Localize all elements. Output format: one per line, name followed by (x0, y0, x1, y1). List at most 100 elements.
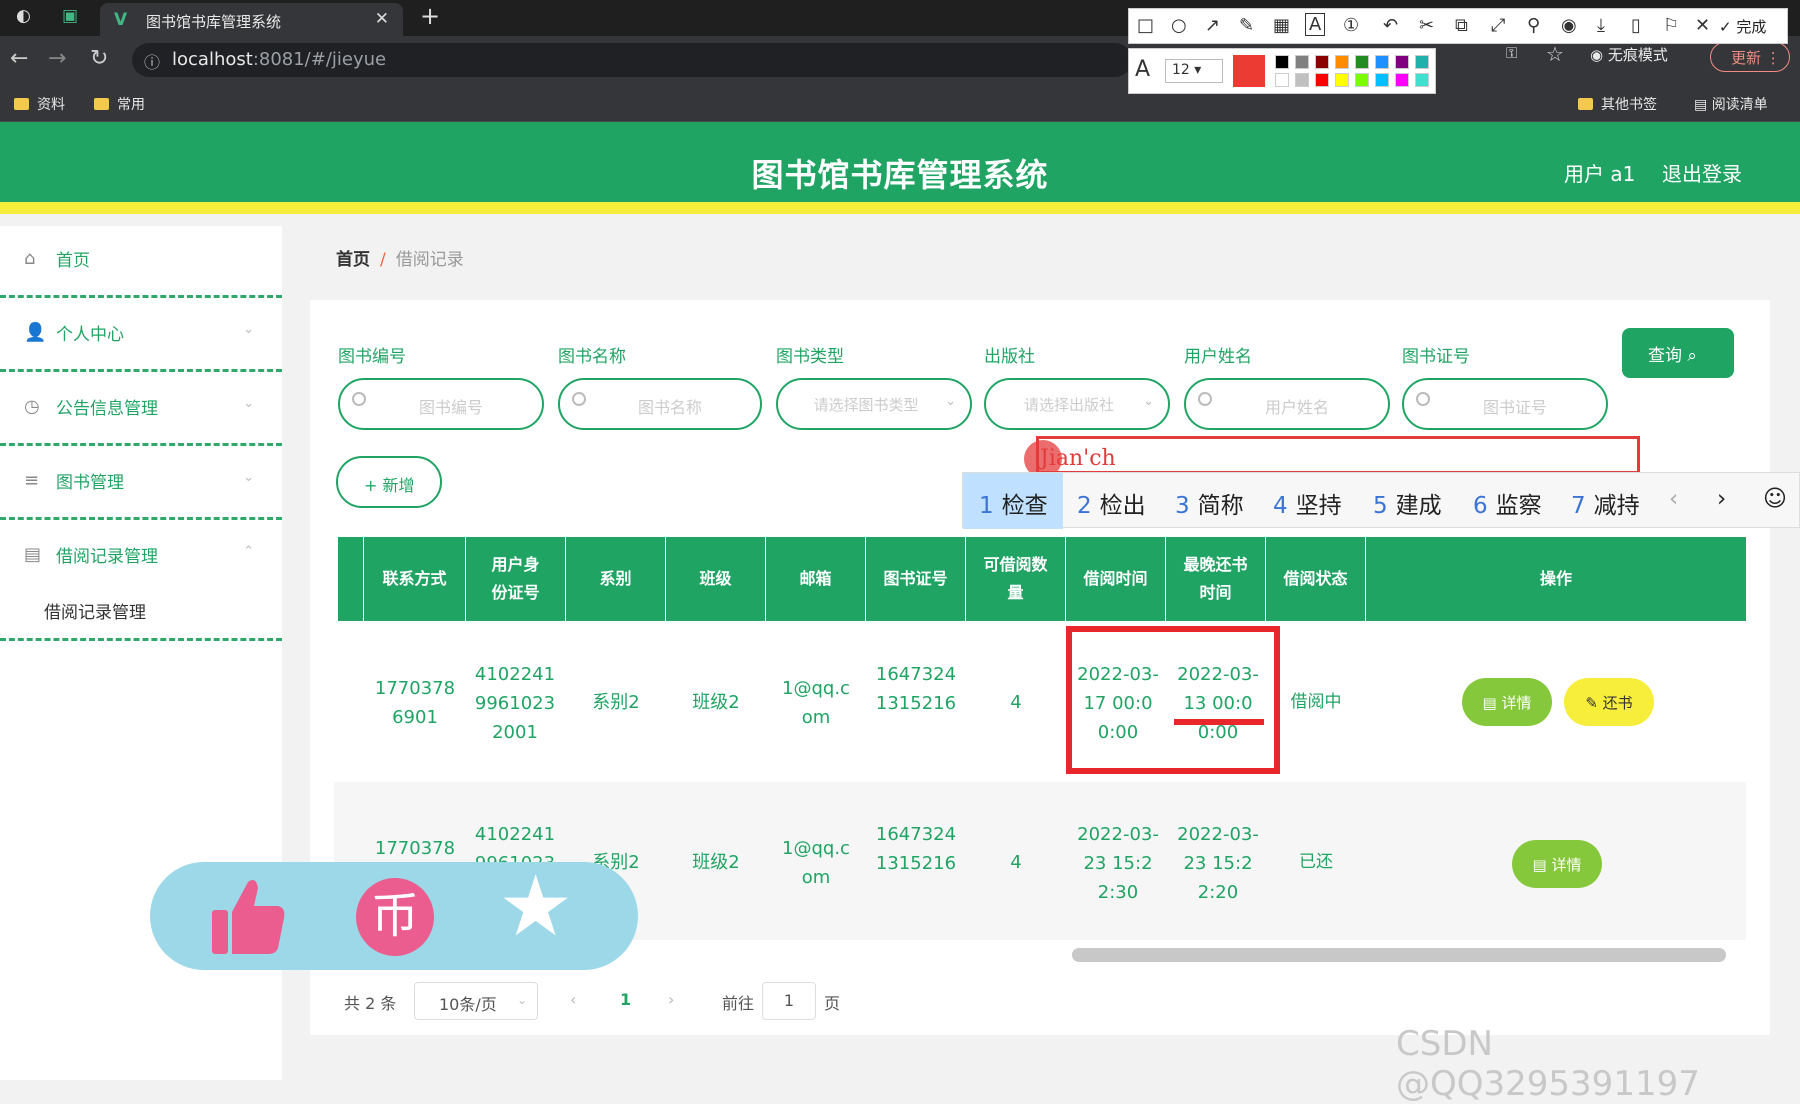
close-tab-icon[interactable]: ✕ (375, 9, 389, 29)
font-icon: A (1135, 57, 1151, 82)
color-swatch[interactable] (1355, 55, 1369, 69)
filter-label-publisher: 出版社 (984, 347, 1035, 367)
bookmark-folder-1[interactable]: 资料 (14, 94, 65, 114)
ime-candidate[interactable]: 1 检查 (963, 473, 1063, 529)
key-icon[interactable]: ⚿ (1506, 44, 1517, 62)
color-swatch[interactable] (1415, 55, 1429, 69)
book-name-input[interactable]: 图书名称 (558, 378, 762, 430)
download-icon[interactable]: ⤓ (1597, 15, 1605, 36)
color-swatch[interactable] (1355, 73, 1369, 87)
coin-icon[interactable]: 币 (356, 878, 434, 956)
record-icon[interactable]: ◉ (1561, 15, 1577, 36)
next-page-icon[interactable]: › (668, 990, 674, 1009)
edit-icon: ✎ (1585, 694, 1603, 712)
current-color-swatch[interactable] (1233, 55, 1265, 87)
ime-candidate[interactable]: 5 建成 (1373, 473, 1442, 529)
color-swatch[interactable] (1335, 73, 1349, 87)
detail-button[interactable]: ▤ 详情 (1462, 678, 1552, 726)
sidebar-item-home[interactable]: ⌂ 首页 (0, 226, 282, 298)
ime-candidate[interactable]: 6 监察 (1473, 473, 1542, 529)
cut-icon[interactable]: ✂ (1419, 15, 1434, 36)
sidebar-item-books[interactable]: ≡ 图书管理 ⌄ (0, 448, 282, 520)
phone-icon[interactable]: ▯ (1631, 15, 1641, 36)
ime-prev-icon[interactable]: ‹ (1669, 473, 1678, 529)
user-name-input[interactable]: 用户姓名 (1184, 378, 1390, 430)
number-tool-icon[interactable]: ① (1343, 15, 1359, 36)
reading-list[interactable]: ▤ 阅读清单 (1694, 94, 1768, 114)
font-size-select[interactable]: 12 ▾ (1165, 59, 1223, 83)
cell-borrow-time: 2022-03-23 15:22:30 (1077, 824, 1159, 903)
bookmark-icon[interactable]: ⚐ (1663, 15, 1679, 36)
undo-icon[interactable]: ↶ (1383, 15, 1398, 36)
cell-quantity: 4 (1010, 692, 1022, 713)
horizontal-scrollbar[interactable] (1072, 948, 1726, 962)
browser-tab-active[interactable]: V 图书馆书库管理系统 ✕ (100, 3, 403, 36)
update-button[interactable]: 更新 ⋮ (1710, 42, 1790, 72)
color-swatch[interactable] (1315, 73, 1329, 87)
color-swatch[interactable] (1415, 73, 1429, 87)
sidebar-item-borrow[interactable]: ▤ 借阅记录管理 ⌃ (0, 522, 282, 594)
add-button[interactable]: + 新增 (336, 456, 442, 508)
browser-menu-icon[interactable]: ◐ (16, 6, 31, 26)
pin-icon[interactable]: ⚲ (1527, 15, 1540, 36)
reload-icon[interactable]: ↻ (90, 46, 108, 71)
prev-page-icon[interactable]: ‹ (570, 990, 576, 1009)
site-info-icon[interactable]: ⓘ (144, 49, 160, 73)
new-tab-button[interactable]: + (420, 2, 440, 30)
forward-arrow-icon[interactable]: → (48, 46, 66, 71)
page-size-select[interactable]: 10条/页 ⌄ (414, 982, 538, 1020)
sidebar-item-notice[interactable]: ◷ 公告信息管理 ⌄ (0, 374, 282, 446)
color-swatch[interactable] (1375, 73, 1389, 87)
mosaic-tool-icon[interactable]: ▦ (1273, 15, 1290, 36)
current-page[interactable]: 1 (620, 990, 631, 1009)
ime-candidate[interactable]: 2 检出 (1077, 473, 1146, 529)
logout-button[interactable]: 退出登录 (1662, 158, 1742, 187)
return-book-button[interactable]: ✎ 还书 (1564, 678, 1654, 726)
ime-candidate[interactable]: 7 减持 (1571, 473, 1640, 529)
book-type-select[interactable]: 请选择图书类型 ⌄ (776, 378, 972, 430)
goto-page-input[interactable]: 1 (762, 982, 816, 1020)
input-placeholder: 图书名称 (637, 398, 702, 417)
ellipse-tool-icon[interactable]: ○ (1171, 15, 1187, 36)
expand-icon[interactable]: ⤢ (1491, 15, 1505, 36)
pen-tool-icon[interactable]: ✎ (1239, 15, 1254, 36)
arrow-tool-icon[interactable]: ↗ (1205, 15, 1220, 36)
color-swatch[interactable] (1335, 55, 1349, 69)
color-swatch[interactable] (1375, 55, 1389, 69)
color-swatch[interactable] (1395, 55, 1409, 69)
app-title: 图书馆书库管理系统 (751, 156, 1049, 194)
bookmark-folder-2[interactable]: 常用 (94, 94, 145, 114)
ime-next-icon[interactable]: › (1717, 473, 1726, 529)
rectangle-tool-icon[interactable]: □ (1137, 15, 1154, 36)
card-no-input[interactable]: 图书证号 (1402, 378, 1608, 430)
ime-candidate[interactable]: 3 简称 (1175, 473, 1244, 529)
cell-class: 班级2 (692, 852, 740, 873)
breadcrumb-home[interactable]: 首页 (336, 250, 370, 270)
detail-button[interactable]: ▤ 详情 (1512, 840, 1602, 888)
color-swatch[interactable] (1275, 73, 1289, 87)
cell-email: 1@qq.com (782, 678, 850, 728)
color-swatch[interactable] (1275, 55, 1289, 69)
translate-icon[interactable]: ⧉ (1455, 15, 1468, 36)
star-bookmark-icon[interactable]: ☆ (1546, 42, 1564, 66)
color-swatch[interactable] (1395, 73, 1409, 87)
book-no-input[interactable]: 图书编号 (338, 378, 544, 430)
color-swatch[interactable] (1295, 55, 1309, 69)
done-button[interactable]: ✓ 完成 (1719, 16, 1766, 37)
query-button[interactable]: 查询 ⌕ (1622, 328, 1734, 378)
color-swatch[interactable] (1295, 73, 1309, 87)
emoji-icon[interactable]: ☺ (1763, 473, 1787, 529)
back-arrow-icon[interactable]: ← (10, 46, 28, 71)
close-icon[interactable]: ✕ (1695, 15, 1710, 36)
publisher-select[interactable]: 请选择出版社 ⌄ (984, 378, 1170, 430)
other-bookmarks[interactable]: 其他书签 (1578, 94, 1657, 114)
text-tool-icon[interactable]: A (1305, 13, 1326, 36)
star-favorite-icon[interactable]: ★ (498, 864, 573, 948)
chevron-down-icon: ⌄ (243, 470, 254, 485)
url-field[interactable]: ⓘ localhost:8081/#/jieyue (132, 43, 1132, 77)
ime-candidate[interactable]: 4 坚持 (1273, 473, 1342, 529)
sidebar-subitem-borrow-records[interactable]: 借阅记录管理 (44, 598, 146, 623)
sidebar-item-personal[interactable]: 👤 个人中心 ⌄ (0, 300, 282, 372)
thumbs-up-icon[interactable] (208, 874, 288, 958)
color-swatch[interactable] (1315, 55, 1329, 69)
